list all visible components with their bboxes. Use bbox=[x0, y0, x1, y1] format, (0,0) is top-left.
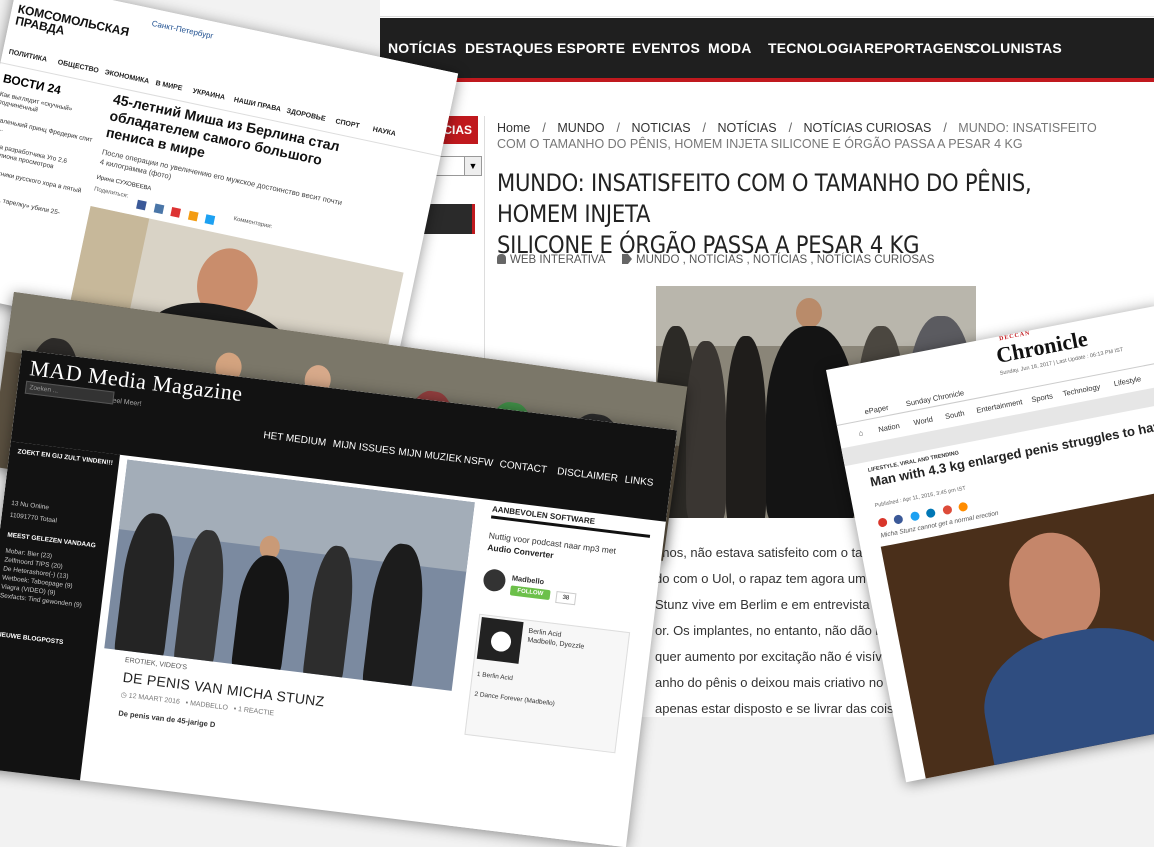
nl-post-photo bbox=[104, 459, 475, 691]
follow-button[interactable]: FOLLOW bbox=[509, 585, 551, 601]
dc-photo bbox=[880, 493, 1154, 783]
article-title: MUNDO: INSATISFEITO COM O TAMANHO DO PÊN… bbox=[497, 168, 1060, 261]
facebook-icon[interactable] bbox=[136, 199, 147, 211]
top-bar bbox=[380, 0, 1154, 17]
track-row[interactable]: 2 Dance Forever (Madbello) bbox=[474, 691, 614, 715]
ru-menu-item[interactable]: ОБЩЕСТВО bbox=[57, 59, 99, 75]
dc-section[interactable]: Nation bbox=[877, 421, 900, 434]
nl-nav-medium[interactable]: HET MEDIUM bbox=[263, 430, 327, 449]
dc-section[interactable]: Sports bbox=[1031, 391, 1054, 404]
dc-section[interactable]: South bbox=[944, 408, 965, 421]
ru-menu-item[interactable]: СПОРТ bbox=[335, 118, 360, 130]
nl-sidebar: ZOEKT EN GIJ ZULT VINDEN!!! 13 Nu Online… bbox=[0, 441, 120, 783]
nav-reportagens[interactable]: REPORTAGENS bbox=[864, 40, 973, 56]
article-tags[interactable]: MUNDO , NOTICIAS , NOTÍCIAS , NOTÍCIAS C… bbox=[636, 254, 934, 266]
breadcrumb-noticias[interactable]: NOTICIAS bbox=[632, 121, 691, 135]
share-icon[interactable] bbox=[958, 501, 969, 513]
ru-menu-item[interactable]: ЭКОНОМИКА bbox=[104, 69, 150, 85]
nl-post-body: De penis van de 45-jarige D bbox=[117, 708, 216, 730]
follow-count: 38 bbox=[555, 590, 577, 606]
nav-colunistas[interactable]: COLUNISTAS bbox=[970, 40, 1062, 56]
main-navigation: NOTÍCIAS DESTAQUES ESPORTE EVENTOS MODA … bbox=[380, 18, 1154, 82]
breadcrumb: Home / MUNDO / NOTICIAS / NOTÍCIAS / NOTÍCIA… bbox=[497, 121, 1097, 151]
chevron-down-icon[interactable]: ▼ bbox=[464, 157, 481, 175]
photo-figure bbox=[230, 552, 295, 678]
ru-menu-item[interactable]: ЗДОРОВЬЕ bbox=[286, 108, 326, 123]
home-icon[interactable]: ⌂ bbox=[858, 428, 864, 438]
google-icon[interactable] bbox=[941, 504, 953, 516]
ru-menu-item[interactable]: ПОЛИТИКА bbox=[8, 49, 47, 64]
nl-nav-links[interactable]: LINKS bbox=[624, 474, 654, 488]
breadcrumb-noticias-2[interactable]: NOTÍCIAS bbox=[718, 121, 777, 135]
dc-section[interactable]: Lifestyle bbox=[1113, 374, 1142, 388]
nl-post-date: 12 MAART 2016 bbox=[128, 692, 181, 706]
dc-section[interactable]: Technology bbox=[1062, 382, 1101, 398]
user-icon bbox=[497, 254, 506, 264]
ru-menu-item[interactable]: НАУКА bbox=[372, 126, 396, 138]
nl-nav-issues[interactable]: MIJN ISSUES bbox=[332, 439, 396, 458]
photo-figure bbox=[686, 341, 726, 518]
nl-post-reactions[interactable]: 1 REACTIE bbox=[238, 706, 275, 717]
linkedin-icon[interactable] bbox=[925, 507, 937, 519]
photo-figure bbox=[301, 543, 359, 688]
photo-figure bbox=[172, 527, 230, 672]
google-icon[interactable] bbox=[170, 207, 182, 218]
ru-comments-label[interactable]: Комментарии: bbox=[233, 216, 273, 230]
breadcrumb-mundo[interactable]: MUNDO bbox=[557, 121, 604, 135]
nav-tecnologia[interactable]: TECNOLOGIA bbox=[768, 40, 863, 56]
breadcrumb-home[interactable]: Home bbox=[497, 121, 530, 135]
ok-icon[interactable] bbox=[187, 210, 199, 222]
nl-most-read-heading: MEEST GELEZEN VANDAAG bbox=[6, 531, 97, 550]
ru-news-column: Как выглядит «скучный» подчинённый Мален… bbox=[0, 91, 102, 240]
ru-menu-item[interactable]: В МИРЕ bbox=[155, 80, 183, 93]
twitter-icon[interactable] bbox=[204, 214, 216, 225]
nl-total-count: 11091770 Totaal bbox=[9, 511, 58, 525]
photo-figure bbox=[361, 540, 430, 691]
track-row[interactable]: 1 Berlin Acid bbox=[476, 671, 616, 695]
breadcrumb-curiosas[interactable]: NOTÍCIAS CURIOSAS bbox=[804, 121, 932, 135]
nl-post-author[interactable]: MADBELLO bbox=[190, 700, 229, 712]
nl-nav-muziek[interactable]: MIJN MUZIEK bbox=[398, 447, 463, 466]
like-icon[interactable] bbox=[877, 517, 888, 528]
ru-menu-item[interactable]: УКРАИНА bbox=[192, 88, 226, 102]
audio-player: Berlin Acid Madbello, Dyezzle 1 Berlin A… bbox=[464, 613, 631, 754]
nl-author-name[interactable]: Madbello bbox=[511, 573, 544, 586]
dc-tab-epaper[interactable]: ePaper bbox=[864, 403, 889, 416]
dutch-blog-page: MAD Media Magazine Nieuws Media Muziek e… bbox=[0, 350, 678, 847]
dc-section[interactable]: World bbox=[913, 415, 934, 428]
vk-icon[interactable] bbox=[153, 203, 165, 215]
nav-destaques[interactable]: DESTAQUES bbox=[465, 40, 553, 56]
nav-moda[interactable]: MODA bbox=[708, 40, 752, 56]
nl-nav-contact[interactable]: CONTACT bbox=[499, 459, 548, 476]
dc-tab-sunday[interactable]: Sunday Chronicle bbox=[905, 388, 965, 408]
photo-figure bbox=[972, 613, 1154, 783]
nl-nav-disclaimer[interactable]: DISCLAIMER bbox=[556, 466, 618, 484]
facebook-icon[interactable] bbox=[893, 514, 905, 525]
nl-new-posts-heading: NIEUWE BLOGPOSTS bbox=[0, 630, 64, 647]
avatar[interactable] bbox=[482, 568, 507, 593]
ru-city[interactable]: Санкт-Петербург bbox=[151, 19, 214, 41]
nl-online-count: 13 Nu Online bbox=[10, 499, 50, 512]
ru-menu-item[interactable]: НАШИ ПРАВА bbox=[233, 97, 281, 114]
article-author[interactable]: WEB INTERATIVA bbox=[510, 254, 605, 266]
ru-logo[interactable]: КОМСОМОЛЬСКАЯ ПРАВДА bbox=[14, 2, 130, 50]
player-artwork bbox=[476, 617, 524, 664]
tag-icon bbox=[621, 254, 632, 264]
nl-nav-nsfw[interactable]: NSFW bbox=[463, 455, 494, 470]
article-title-line1: MUNDO: INSATISFEITO COM O TAMANHO DO PÊN… bbox=[497, 169, 1032, 228]
ru-share-label: Поделиться: bbox=[93, 186, 129, 200]
nav-eventos[interactable]: EVENTOS bbox=[632, 40, 700, 56]
nav-esporte[interactable]: ESPORTE bbox=[557, 40, 625, 56]
photo-head bbox=[796, 298, 822, 328]
photo-figure bbox=[112, 510, 181, 666]
dc-section[interactable]: Entertainment bbox=[976, 397, 1024, 415]
nav-noticias[interactable]: NOTÍCIAS bbox=[388, 40, 457, 56]
nl-software-widget: AANBEVOLEN SOFTWARE Nuttig voor podcast … bbox=[446, 503, 656, 847]
play-icon[interactable] bbox=[489, 630, 513, 653]
player-track-info: Berlin Acid Madbello, Dyezzle bbox=[527, 627, 586, 652]
photo-figure bbox=[726, 336, 766, 518]
article-meta: WEB INTERATIVA MUNDO , NOTICIAS , NOTÍCI… bbox=[497, 254, 934, 266]
twitter-icon[interactable] bbox=[909, 510, 921, 522]
